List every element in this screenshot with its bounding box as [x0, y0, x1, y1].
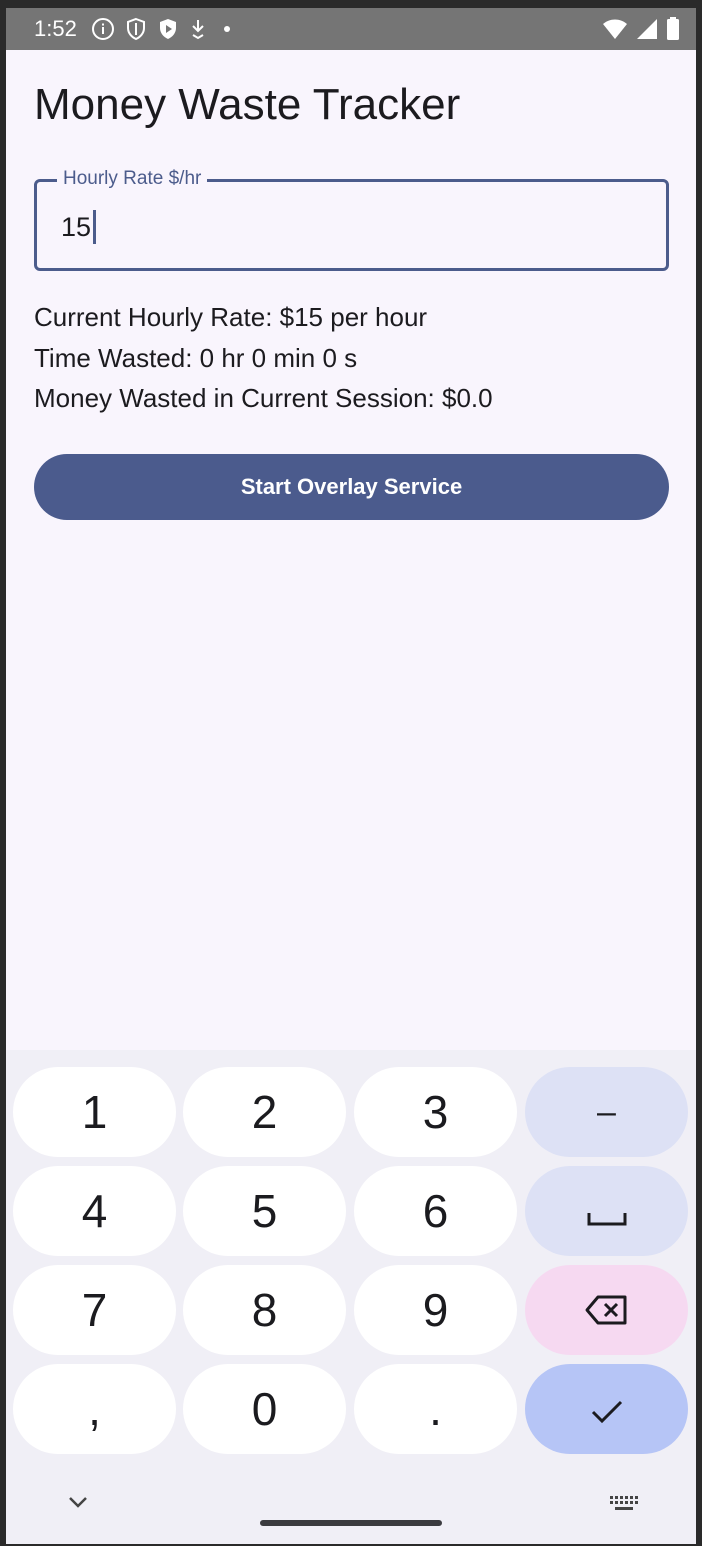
checkmark-icon [590, 1382, 624, 1436]
shield-icon [125, 17, 147, 41]
status-bar: 1:52 [6, 8, 696, 50]
battery-icon [666, 17, 680, 41]
key-0[interactable]: 0 [183, 1364, 346, 1454]
hourly-rate-input[interactable]: 15 [61, 210, 97, 244]
key-8[interactable]: 8 [183, 1265, 346, 1355]
numeric-keyboard: 1 2 3 – 4 5 6 7 8 9 , 0 . [6, 1050, 696, 1544]
key-period[interactable]: . [354, 1364, 517, 1454]
hourly-rate-value: 15 [61, 211, 92, 242]
hourly-rate-label: Hourly Rate $/hr [57, 168, 208, 190]
key-2[interactable]: 2 [183, 1067, 346, 1157]
info-icon [91, 17, 115, 41]
wifi-icon [602, 18, 628, 40]
hourly-rate-field[interactable]: Hourly Rate $/hr 15 [34, 168, 669, 271]
shield-play-icon [157, 17, 179, 41]
key-space[interactable] [525, 1166, 688, 1256]
key-9[interactable]: 9 [354, 1265, 517, 1355]
time-wasted-text: Time Wasted: 0 hr 0 min 0 s [34, 343, 358, 373]
signal-icon [636, 18, 658, 40]
key-minus[interactable]: – [525, 1067, 688, 1157]
key-6[interactable]: 6 [354, 1166, 517, 1256]
text-caret [93, 210, 97, 244]
status-icons-left [91, 17, 237, 41]
backspace-icon [585, 1283, 629, 1337]
key-5[interactable]: 5 [183, 1166, 346, 1256]
start-overlay-service-label: Start Overlay Service [240, 474, 463, 499]
key-backspace[interactable] [525, 1265, 688, 1355]
key-4[interactable]: 4 [13, 1166, 176, 1256]
navigation-handle[interactable] [260, 1520, 442, 1526]
status-icons-right [602, 17, 680, 41]
space-icon [587, 1184, 627, 1238]
money-wasted-text: Money Wasted in Current Session: $0.0 [34, 383, 493, 413]
keyboard-icon[interactable] [609, 1495, 639, 1518]
key-3[interactable]: 3 [354, 1067, 517, 1157]
key-enter[interactable] [525, 1364, 688, 1454]
download-icon [189, 17, 207, 41]
key-7[interactable]: 7 [13, 1265, 176, 1355]
key-comma[interactable]: , [13, 1364, 176, 1454]
page-title: Money Waste Tracker [34, 80, 461, 129]
start-overlay-service-button[interactable]: Start Overlay Service [34, 454, 669, 520]
status-time: 1:52 [34, 16, 77, 41]
device-screen: 1:52 Money Waste Tracker Hourly Rate $/h… [6, 8, 696, 1544]
current-rate-text: Current Hourly Rate: $15 per hour [34, 302, 428, 332]
key-1[interactable]: 1 [13, 1067, 176, 1157]
chevron-down-icon[interactable] [66, 1494, 90, 1515]
dot-icon [217, 17, 237, 41]
